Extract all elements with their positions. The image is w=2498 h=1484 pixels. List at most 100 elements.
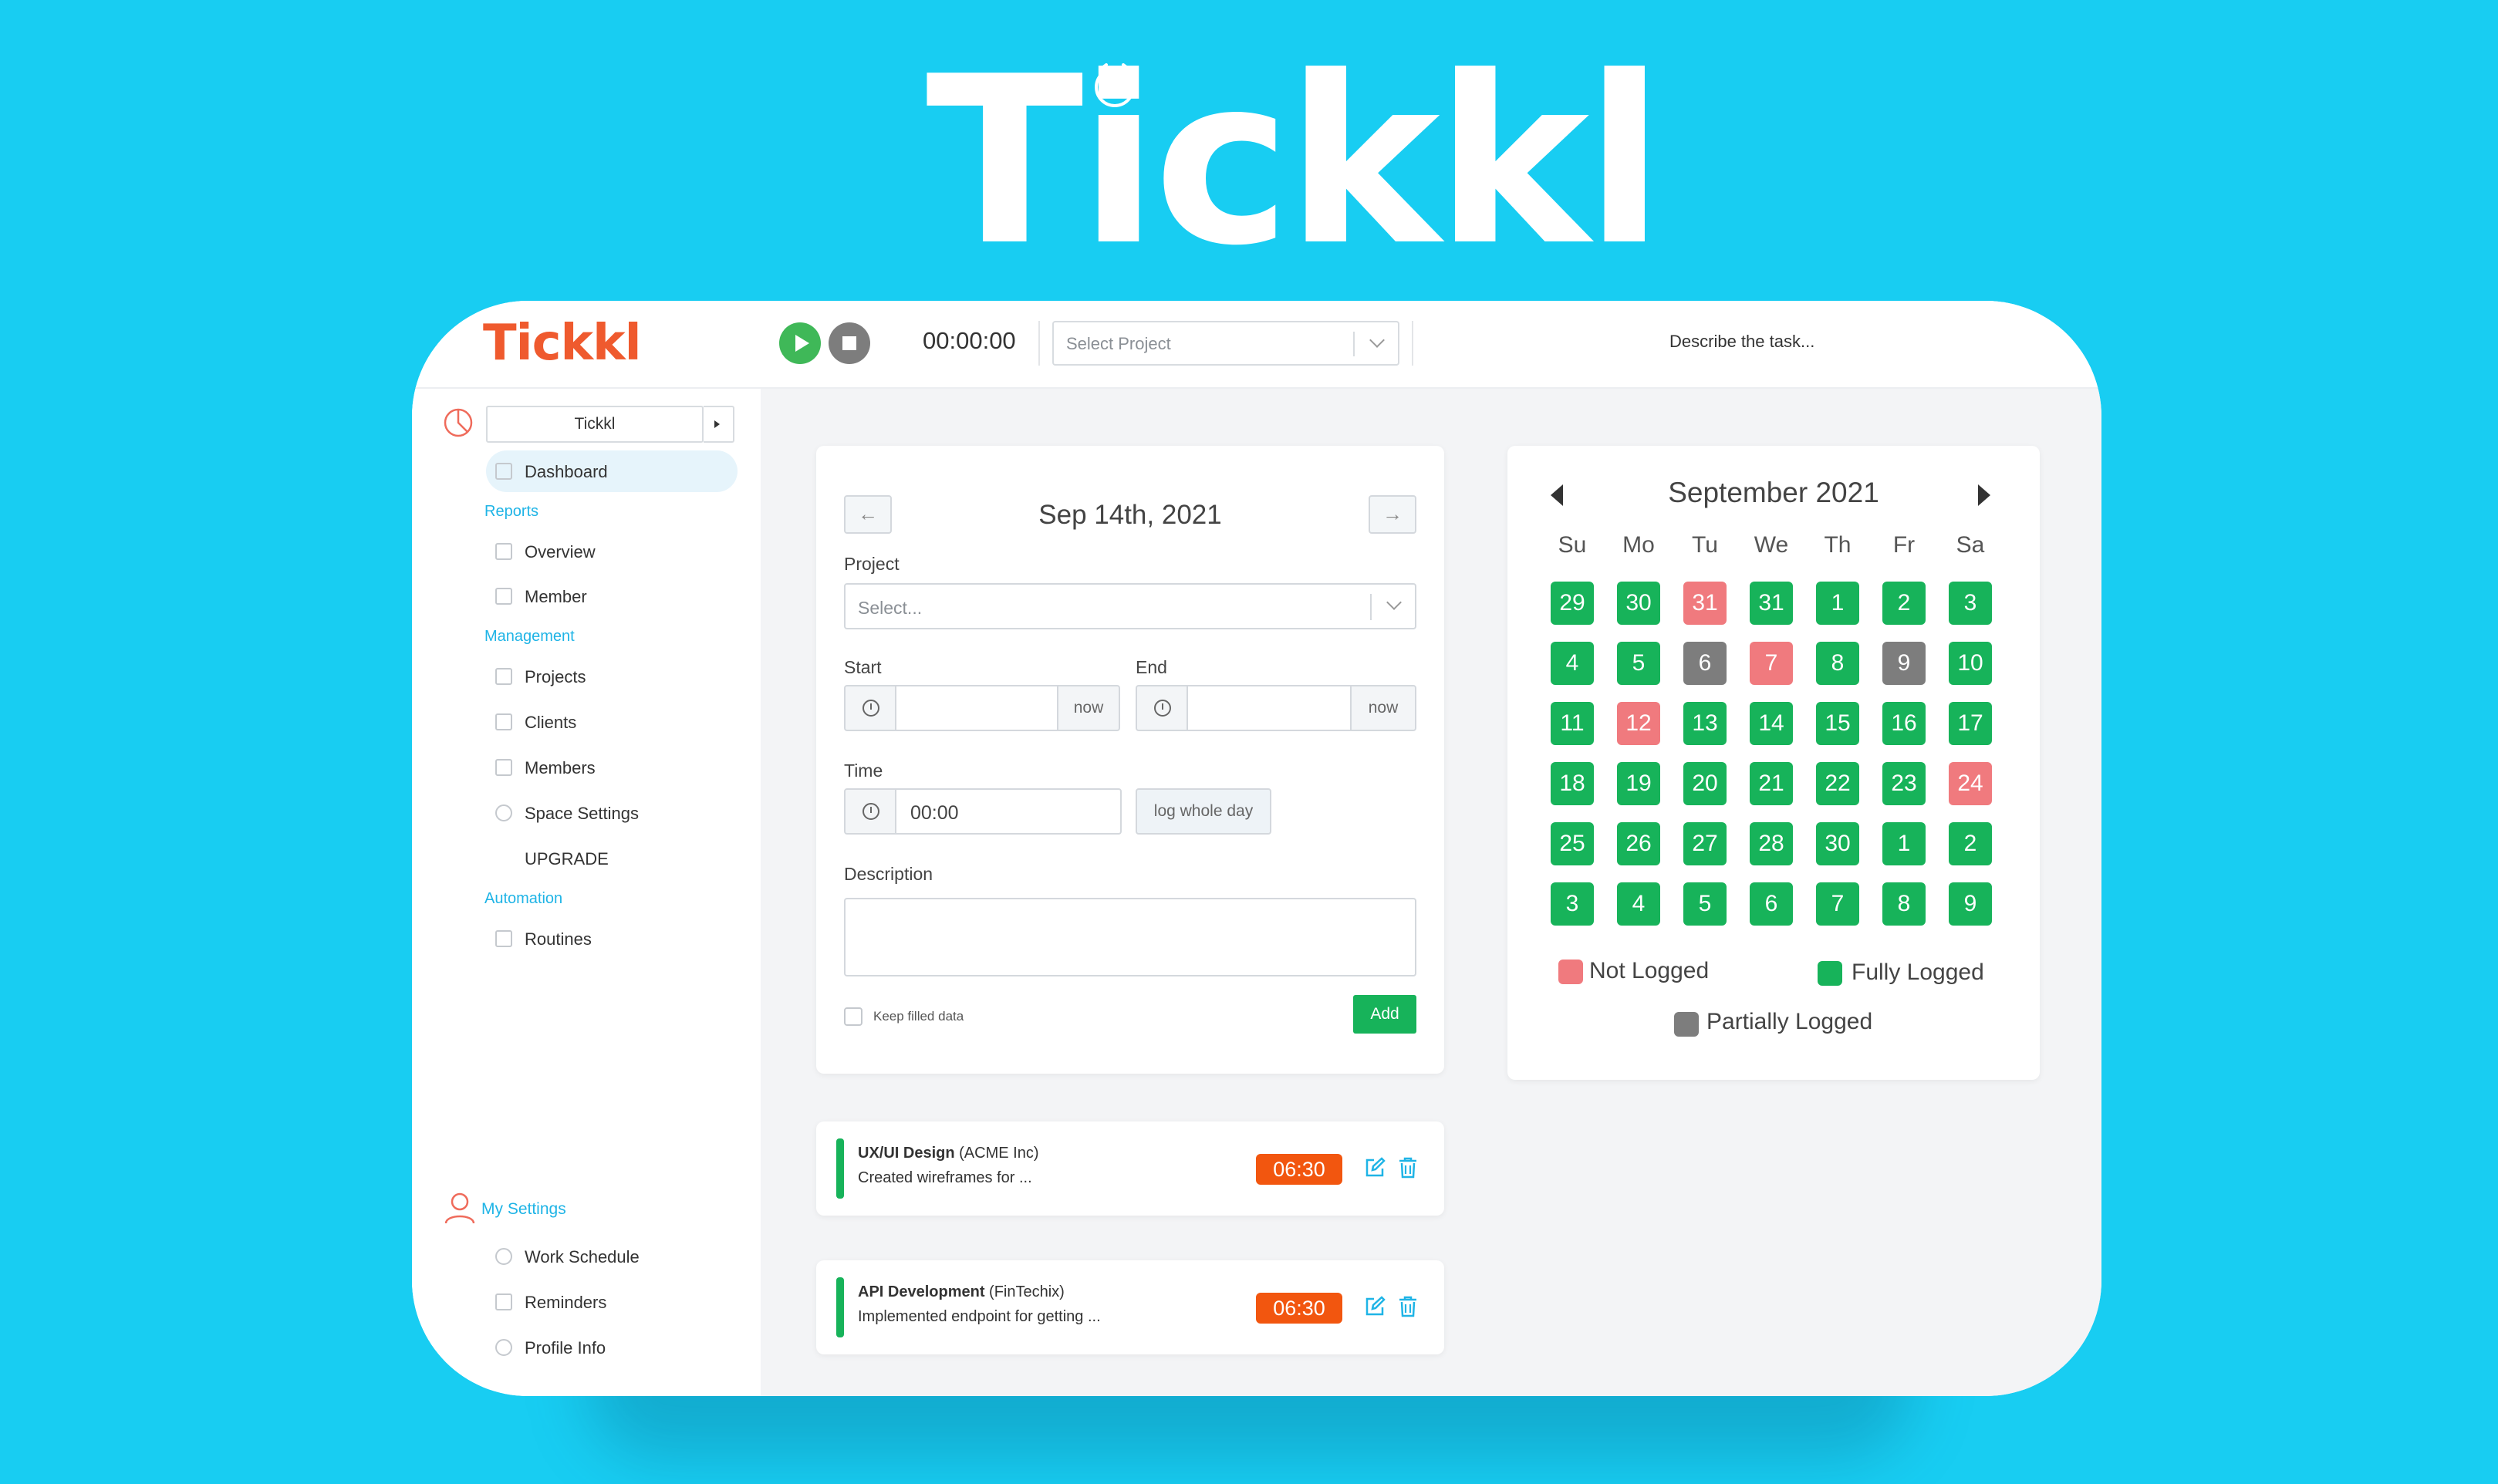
calendar-day[interactable]: 13: [1683, 702, 1727, 745]
start-now-button[interactable]: now: [1057, 685, 1120, 731]
home-icon: [495, 463, 512, 480]
play-button[interactable]: [779, 322, 821, 364]
calendar-day[interactable]: 4: [1617, 882, 1660, 926]
calendar-day[interactable]: 9: [1949, 882, 1992, 926]
start-time-input[interactable]: [895, 685, 1058, 731]
calendar-day[interactable]: 31: [1750, 582, 1793, 625]
calendar-day[interactable]: 23: [1882, 762, 1926, 805]
sidebar-item-reminders[interactable]: Reminders: [486, 1281, 738, 1323]
routine-icon: [495, 930, 512, 947]
sidebar-item-projects[interactable]: Projects: [486, 656, 738, 697]
calendar-day[interactable]: 8: [1882, 882, 1926, 926]
calendar-day[interactable]: 9: [1882, 642, 1926, 685]
calendar-day[interactable]: 1: [1882, 822, 1926, 865]
calendar-day[interactable]: 18: [1551, 762, 1594, 805]
edit-icon[interactable]: [1364, 1157, 1386, 1179]
sidebar-item-label: Clients: [525, 713, 577, 732]
description-textarea[interactable]: [844, 898, 1416, 976]
calendar-day[interactable]: 17: [1949, 702, 1992, 745]
calendar-day[interactable]: 7: [1750, 642, 1793, 685]
entry-description: Created wireframes for ...: [858, 1169, 1032, 1186]
calendar-day[interactable]: 11: [1551, 702, 1594, 745]
calendar-day[interactable]: 30: [1617, 582, 1660, 625]
entry-title: API Development (FinTechix): [858, 1283, 1065, 1301]
entry-project: API Development: [858, 1283, 985, 1300]
stop-button[interactable]: [829, 322, 870, 364]
next-month-icon[interactable]: [1978, 484, 1990, 506]
time-entry-card[interactable]: API Development (FinTechix) Implemented …: [816, 1260, 1444, 1354]
calendar-day[interactable]: 6: [1683, 642, 1727, 685]
calendar-day[interactable]: 27: [1683, 822, 1727, 865]
calendar-day[interactable]: 29: [1551, 582, 1594, 625]
calendar-day[interactable]: 25: [1551, 822, 1594, 865]
trash-icon[interactable]: [1398, 1157, 1418, 1179]
space-select-arrow[interactable]: [704, 406, 734, 443]
calendar-day[interactable]: 10: [1949, 642, 1992, 685]
calendar-day[interactable]: 5: [1617, 642, 1660, 685]
calendar-day[interactable]: 5: [1683, 882, 1727, 926]
duration-badge: 06:30: [1256, 1293, 1342, 1324]
calendar-day[interactable]: 3: [1949, 582, 1992, 625]
time-entry-form: ← Sep 14th, 2021 → Project Select... Sta…: [816, 446, 1444, 1074]
calendar-day[interactable]: 26: [1617, 822, 1660, 865]
calendar-day[interactable]: 3: [1551, 882, 1594, 926]
calendar-day[interactable]: 6: [1750, 882, 1793, 926]
sidebar-item-label: Members: [525, 758, 596, 777]
project-select[interactable]: Select...: [844, 583, 1416, 629]
calendar-day[interactable]: 4: [1551, 642, 1594, 685]
section-label-my-settings[interactable]: My Settings: [481, 1200, 566, 1219]
sidebar-item-upgrade[interactable]: UPGRADE: [486, 838, 738, 879]
edit-icon[interactable]: [1364, 1296, 1386, 1317]
top-bar: Tickkl 00:00:00 Select Project Describe …: [412, 301, 2101, 389]
calendar-day[interactable]: 31: [1683, 582, 1727, 625]
end-time-input[interactable]: [1187, 685, 1352, 731]
time-entry-card[interactable]: UX/UI Design (ACME Inc) Created wirefram…: [816, 1121, 1444, 1216]
sidebar-item-overview[interactable]: Overview: [486, 531, 738, 572]
sidebar-item-space-settings[interactable]: Space Settings: [486, 792, 738, 834]
legend-swatch-fully-logged: [1818, 961, 1842, 986]
time-input[interactable]: 00:00: [895, 788, 1122, 835]
sidebar-item-members[interactable]: Members: [486, 747, 738, 788]
calendar-day[interactable]: 19: [1617, 762, 1660, 805]
calendar-day[interactable]: 16: [1882, 702, 1926, 745]
calendar-day[interactable]: 24: [1949, 762, 1992, 805]
calendar-day[interactable]: 30: [1816, 822, 1859, 865]
sidebar-item-label: Dashboard: [525, 462, 608, 481]
next-day-button[interactable]: →: [1369, 495, 1416, 534]
calendar-day[interactable]: 20: [1683, 762, 1727, 805]
add-button[interactable]: Add: [1353, 995, 1416, 1034]
calendar-day[interactable]: 7: [1816, 882, 1859, 926]
start-label: Start: [844, 657, 882, 677]
task-description-input[interactable]: Describe the task...: [1669, 332, 1814, 352]
time-label: Time: [844, 761, 883, 781]
sidebar-item-dashboard[interactable]: Dashboard: [486, 450, 738, 492]
keep-filled-checkbox[interactable]: [844, 1007, 862, 1026]
project-select-placeholder: Select Project: [1066, 334, 1171, 353]
chevron-down-icon: [1369, 332, 1385, 348]
sidebar-item-work-schedule[interactable]: Work Schedule: [486, 1236, 738, 1277]
end-now-button[interactable]: now: [1350, 685, 1416, 731]
trash-icon[interactable]: [1398, 1296, 1418, 1317]
sidebar-item-profile-info[interactable]: Profile Info: [486, 1327, 738, 1368]
timer-display: 00:00:00: [923, 327, 1016, 354]
gear-icon: [495, 804, 512, 821]
log-whole-day-button[interactable]: log whole day: [1136, 788, 1271, 835]
calendar-day[interactable]: 12: [1617, 702, 1660, 745]
project-select[interactable]: Select Project: [1052, 321, 1399, 366]
weekday-header: Sa: [1956, 532, 1985, 558]
app-logo[interactable]: Tickkl: [483, 315, 642, 372]
calendar-day[interactable]: 15: [1816, 702, 1859, 745]
sidebar-item-clients[interactable]: Clients: [486, 701, 738, 743]
calendar-day[interactable]: 1: [1816, 582, 1859, 625]
calendar-day[interactable]: 14: [1750, 702, 1793, 745]
calendar-day[interactable]: 2: [1882, 582, 1926, 625]
hero-logo: Tickkl: [926, 27, 1664, 296]
space-select[interactable]: Tickkl: [486, 406, 704, 443]
calendar-day[interactable]: 22: [1816, 762, 1859, 805]
calendar-day[interactable]: 8: [1816, 642, 1859, 685]
calendar-day[interactable]: 28: [1750, 822, 1793, 865]
calendar-day[interactable]: 21: [1750, 762, 1793, 805]
calendar-day[interactable]: 2: [1949, 822, 1992, 865]
sidebar-item-member[interactable]: Member: [486, 575, 738, 617]
sidebar-item-routines[interactable]: Routines: [486, 918, 738, 960]
